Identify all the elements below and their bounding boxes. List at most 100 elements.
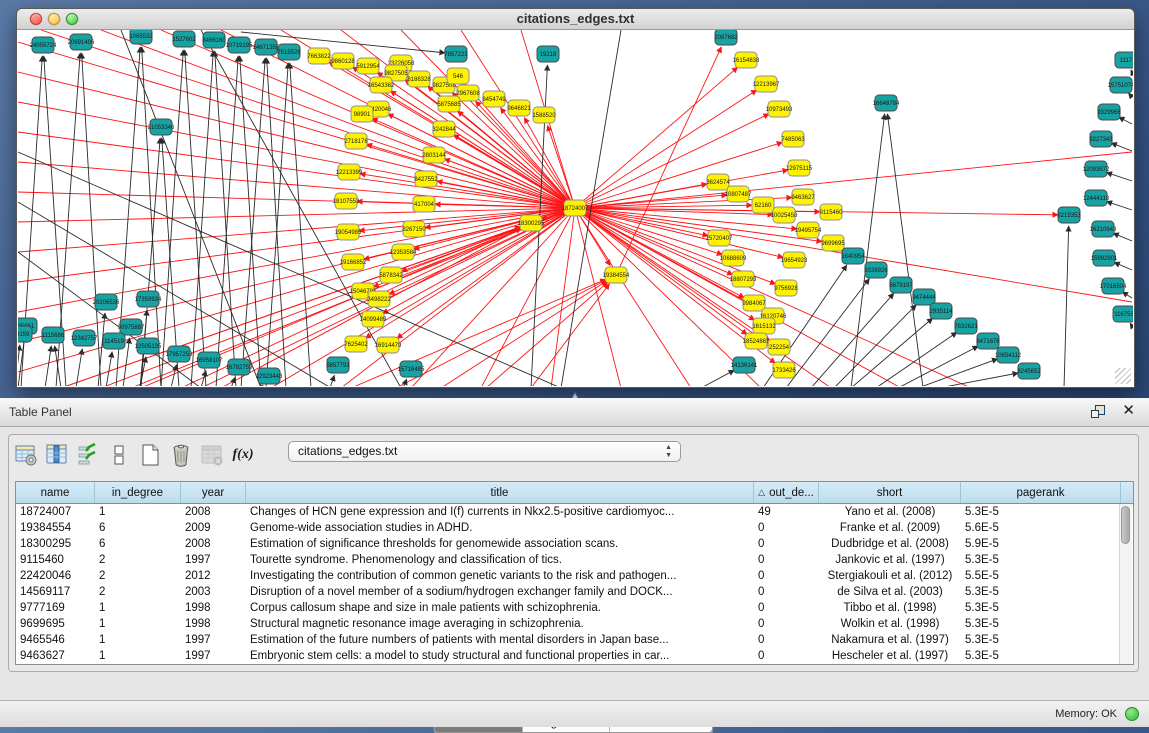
table-cell[interactable]: 1998 — [181, 616, 246, 632]
graph-node[interactable]: 9699695 — [821, 235, 845, 251]
table-cell[interactable]: 2012 — [181, 568, 246, 584]
graph-node[interactable]: 18524861 — [743, 333, 770, 349]
column-header-title[interactable]: title — [246, 482, 754, 503]
graph-node[interactable]: 1117 — [1115, 52, 1133, 68]
table-cell[interactable]: Investigating the contribution of common… — [246, 568, 754, 584]
graph-node[interactable]: 7857223 — [444, 46, 468, 62]
graph-node[interactable]: 16914479 — [375, 337, 402, 353]
table-cell[interactable]: 1997 — [181, 648, 246, 664]
table-cell[interactable]: 49 — [754, 504, 819, 520]
column-header-in_degree[interactable]: in_degree — [95, 482, 181, 503]
delete-table-icon[interactable] — [168, 442, 194, 468]
graph-node[interactable]: 10719195 — [226, 37, 253, 53]
graph-node[interactable]: 5875685 — [437, 96, 461, 112]
graph-node[interactable]: 1527602 — [172, 31, 196, 47]
graph-node[interactable]: 12093872 — [1083, 161, 1110, 177]
close-panel-icon[interactable]: ✕ — [1122, 402, 1135, 420]
graph-node[interactable]: 10654112 — [995, 347, 1022, 363]
column-header-name[interactable]: name — [16, 482, 95, 503]
graph-node[interactable]: 16154838 — [733, 52, 760, 68]
graph-node[interactable]: 20206536 — [93, 294, 120, 310]
graph-node[interactable]: 9860128 — [331, 53, 355, 69]
graph-node[interactable]: 18300295 — [518, 215, 545, 231]
graph-node[interactable]: 15716485 — [398, 361, 425, 377]
graph-node[interactable]: 3242844 — [432, 121, 456, 137]
table-cell[interactable]: Tibbo et al. (1998) — [819, 600, 961, 616]
graph-node[interactable]: 1115686 — [42, 327, 65, 343]
table-cell[interactable]: 6 — [95, 520, 181, 536]
show-columns-icon[interactable] — [44, 442, 70, 468]
table-cell[interactable]: 9777169 — [16, 600, 95, 616]
new-table-icon[interactable] — [137, 442, 163, 468]
table-cell[interactable]: 0 — [754, 552, 819, 568]
table-cell[interactable]: 5.3E-5 — [961, 552, 1121, 568]
table-cell[interactable]: 9699695 — [16, 616, 95, 632]
table-cell[interactable]: Genome-wide association studies in ADHD. — [246, 520, 754, 536]
graph-node[interactable]: 5878342 — [379, 267, 403, 283]
graph-node[interactable]: 8466160 — [202, 32, 226, 48]
table-cell[interactable]: 6 — [95, 536, 181, 552]
table-cell[interactable]: 18724007 — [16, 504, 95, 520]
table-row[interactable]: 2242004622012Investigating the contribut… — [16, 568, 1133, 584]
graph-node[interactable]: 21053346 — [148, 119, 175, 135]
table-cell[interactable]: 18300295 — [16, 536, 95, 552]
graph-node[interactable]: 7625402 — [344, 336, 368, 352]
graph-node[interactable]: 3624574 — [706, 174, 730, 190]
graph-node[interactable]: 12353584 — [390, 244, 417, 260]
graph-node[interactable]: 7632621 — [954, 318, 978, 334]
table-cell[interactable]: 2008 — [181, 536, 246, 552]
graph-node[interactable]: 12213967 — [753, 76, 780, 92]
column-header-pagerank[interactable]: pagerank — [961, 482, 1121, 503]
table-cell[interactable]: Changes of HCN gene expression and I(f) … — [246, 504, 754, 520]
table-cell[interactable]: 1 — [95, 648, 181, 664]
table-row[interactable]: 1456911722003Disruption of a novel membe… — [16, 584, 1133, 600]
graph-node[interactable]: 12342757 — [71, 330, 98, 346]
graph-node[interactable]: 2935114 — [930, 303, 954, 319]
table-cell[interactable]: Jankovic et al. (1997) — [819, 552, 961, 568]
column-header-out_de[interactable]: △out_de... — [754, 482, 819, 503]
table-cell[interactable]: 2009 — [181, 520, 246, 536]
graph-node[interactable]: 1615132 — [752, 318, 776, 334]
table-cell[interactable]: 5.3E-5 — [961, 632, 1121, 648]
graph-node[interactable]: 10807487 — [725, 186, 752, 202]
table-cell[interactable]: Stergiakouli et al. (2012) — [819, 568, 961, 584]
graph-node[interactable]: 19054985 — [335, 224, 362, 240]
table-cell[interactable]: 0 — [754, 536, 819, 552]
graph-node[interactable]: 14099489 — [360, 311, 387, 327]
table-cell[interactable]: 9465546 — [16, 632, 95, 648]
graph-node[interactable]: 19495754 — [795, 222, 822, 238]
graph-node[interactable]: 18107553 — [333, 193, 360, 209]
table-cell[interactable]: de Silva et al. (2003) — [819, 584, 961, 600]
table-row[interactable]: 1872400712008Changes of HCN gene express… — [16, 504, 1133, 520]
graph-node[interactable]: 15992901 — [1091, 250, 1118, 266]
table-cell[interactable]: 1997 — [181, 552, 246, 568]
row-height-icon[interactable] — [106, 442, 132, 468]
column-header-short[interactable]: short — [819, 482, 961, 503]
graph-node[interactable]: 2803144 — [422, 147, 446, 163]
graph-node[interactable]: 14671355 — [253, 39, 280, 55]
table-cell[interactable]: 22420046 — [16, 568, 95, 584]
table-cell[interactable]: 9115460 — [16, 552, 95, 568]
graph-node[interactable]: 1588520 — [532, 107, 556, 123]
window-titlebar[interactable]: citations_edges.txt — [17, 9, 1134, 30]
graph-node[interactable]: 62160 — [752, 197, 774, 213]
graph-node[interactable]: 12505135 — [135, 338, 162, 354]
table-cell[interactable]: 0 — [754, 584, 819, 600]
table-row[interactable]: 946554611997Estimation of the future num… — [16, 632, 1133, 648]
table-cell[interactable]: 5.3E-5 — [961, 616, 1121, 632]
graph-node[interactable]: 1733426 — [772, 362, 796, 378]
graph-node[interactable]: 9245652 — [1017, 363, 1041, 379]
table-cell[interactable]: 2 — [95, 584, 181, 600]
graph-node[interactable]: 10688609 — [720, 250, 747, 266]
graph-node[interactable]: 39159 — [18, 326, 32, 342]
network-canvas[interactable]: 1872400776638229860128591295423226058982… — [18, 30, 1133, 386]
table-cell[interactable]: 2003 — [181, 584, 246, 600]
graph-node[interactable]: 16648784 — [873, 95, 900, 111]
table-cell[interactable]: Disruption of a novel member of a sodium… — [246, 584, 754, 600]
graph-node[interactable]: 9227343 — [1089, 131, 1113, 147]
graph-node[interactable]: 17016504 — [1100, 278, 1127, 294]
graph-node[interactable]: 546 — [447, 68, 469, 84]
table-cell[interactable]: 2008 — [181, 504, 246, 520]
graph-node[interactable]: 9756928 — [774, 280, 798, 296]
select-columns-check-icon[interactable] — [75, 442, 101, 468]
